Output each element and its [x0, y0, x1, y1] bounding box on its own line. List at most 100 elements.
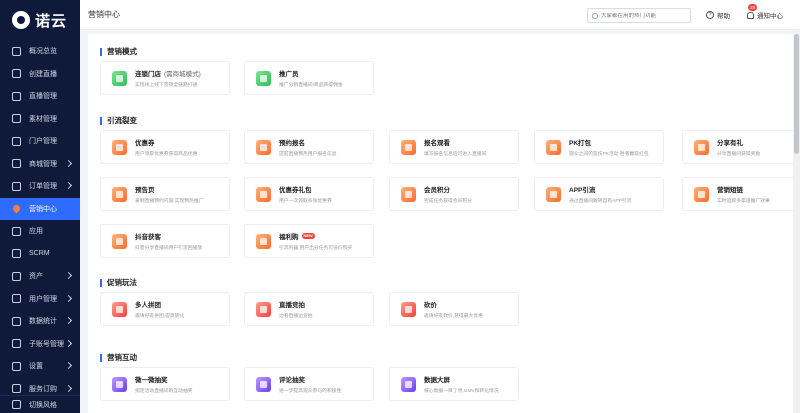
card-title: APP引流: [569, 184, 659, 194]
card-title-text: 会员积分: [424, 187, 450, 194]
feature-card[interactable]: 多人拼团 邀请好友拼团,提高转化: [100, 292, 230, 326]
douyin-icon: [112, 233, 127, 249]
feature-card[interactable]: 报名观看 填写报名信息后可进入直播间: [389, 130, 519, 164]
sidebar-item-label: 子账号管理: [29, 340, 64, 348]
search-input[interactable]: [601, 12, 689, 19]
card-title-text: 预约报名: [279, 140, 305, 147]
card-title: 直播竞拍: [279, 299, 369, 309]
sidebar-item[interactable]: SCRM: [0, 243, 80, 266]
user-icon: [12, 294, 21, 304]
sidebar-item[interactable]: 商城管理: [0, 153, 80, 176]
store-icon: [112, 70, 127, 86]
switch-style-button[interactable]: 切换风格: [0, 395, 80, 413]
chevron-right-icon: [64, 159, 73, 167]
page-title: 营销中心: [88, 10, 120, 19]
sidebar-item-label: 创建直播: [29, 70, 57, 78]
dashboard-icon: [12, 46, 21, 56]
card-text: 会员积分 完成任务获得会员积分: [424, 184, 514, 204]
order-icon: [12, 181, 21, 191]
logo-text: 诺云: [35, 12, 68, 30]
sidebar-item[interactable]: 素材管理: [0, 108, 80, 131]
sidebar-item[interactable]: 营销中心: [0, 197, 80, 220]
subaccount-icon: [12, 339, 21, 349]
feature-card[interactable]: 连锁门店 (需商城模式) 实现线上线下营销全链路打通: [100, 61, 230, 95]
feature-card[interactable]: 直播竞拍 边看直播边竞拍: [244, 292, 374, 326]
feature-card[interactable]: 微一微抽奖 指定活动直播间的互动抽奖: [100, 367, 230, 401]
sidebar-item[interactable]: 门户管理: [0, 130, 80, 153]
card-title-text: 推广员: [279, 71, 299, 78]
sidebar-item[interactable]: 直播管理: [0, 85, 80, 108]
card-title: 推广员: [279, 68, 369, 78]
sidebar-item-label: 数据统计: [29, 318, 57, 326]
lottery-icon: [112, 376, 127, 392]
switch-style-label: 切换风格: [29, 401, 57, 409]
card-title-text: 微一微抽奖: [135, 377, 168, 384]
card-title: 优惠券: [135, 137, 225, 147]
logo[interactable]: 诺云: [0, 0, 80, 40]
sidebar-item-label: 服务订购: [29, 385, 57, 393]
sidebar-item[interactable]: 概况总览: [0, 40, 80, 63]
mall-icon: [12, 159, 21, 169]
apps-icon: [12, 226, 21, 236]
coupon-icon: [112, 139, 127, 155]
feature-card[interactable]: APP引流通过直播间跳转自有APP引流: [534, 177, 664, 211]
feature-card[interactable]: 预约报名 提前直播预热用户报名信息: [244, 130, 374, 164]
feature-card[interactable]: 会员积分 完成任务获得会员积分: [389, 177, 519, 211]
card-title-text: 连锁门店: [135, 71, 161, 78]
chevron-right-icon: [64, 361, 73, 370]
card-title: 预告页: [135, 184, 225, 194]
preview-icon: [112, 186, 127, 202]
card-text: 营销短链 实时追踪多渠道推广效果: [717, 184, 800, 204]
card-text: 连锁门店 (需商城模式) 实现线上线下营销全链路打通: [135, 68, 225, 88]
bell-icon: [747, 11, 754, 19]
app-icon: [546, 186, 561, 202]
sidebar-item-label: 素材管理: [29, 115, 57, 123]
card-title-text: 直播竞拍: [279, 302, 305, 309]
notification-button[interactable]: 通知中心: [747, 10, 783, 20]
card-title-text: 多人拼团: [135, 302, 161, 309]
card-description: 实时追踪多渠道推广效果: [717, 199, 770, 204]
feature-card[interactable]: 评论抽奖 进一步提高观众参与的积极性: [244, 367, 374, 401]
search-box[interactable]: [587, 8, 691, 23]
card-description: 邀请好友砍价,获得最大优惠: [424, 314, 483, 319]
coupon-pack-icon: [256, 186, 271, 202]
feature-card[interactable]: 分享有礼 分享直播间获得奖励: [682, 130, 800, 164]
card-description: 进一步提高观众参与的积极性: [279, 389, 342, 394]
feature-card[interactable]: PK打包 观众之间的竞技PK活动 胜者赢取红包: [534, 130, 664, 164]
sidebar-item[interactable]: 创建直播: [0, 63, 80, 86]
sidebar: 诺云 概况总览创建直播直播管理素材管理门户管理 商城管理 订单管理 营销中心 应用 SCR…: [0, 0, 80, 413]
section-title: 引流裂变: [100, 115, 137, 126]
feature-card[interactable]: 数据大屏 核心数据一目了然,GMV和转化情况: [389, 367, 519, 401]
feature-card[interactable]: 预告页 录制直播预约内容,实现预热推广: [100, 177, 230, 211]
feature-card[interactable]: 优惠券用户领取优惠券获得商品优惠: [100, 130, 230, 164]
card-text: 数据大屏 核心数据一目了然,GMV和转化情况: [424, 374, 514, 394]
card-text: 推广员 推广分销直播间/商品获得佣金: [279, 68, 369, 88]
sidebar-item[interactable]: 应用: [0, 220, 80, 243]
card-text: 微一微抽奖 指定活动直播间的互动抽奖: [135, 374, 225, 394]
feature-card[interactable]: 福利购 NEW 引流利器,用户出分任务可低价购买: [244, 224, 374, 258]
notification-label: 通知中心: [757, 13, 783, 20]
help-button[interactable]: ? 帮助: [706, 10, 730, 20]
help-icon: ?: [706, 11, 714, 19]
sidebar-item[interactable]: 用户管理: [0, 288, 80, 311]
card-title: 连锁门店 (需商城模式): [135, 68, 225, 78]
scrm-icon: [12, 249, 21, 259]
sidebar-item[interactable]: 数据统计: [0, 310, 80, 333]
card-description: 通过直播间跳转自有APP引流: [569, 199, 632, 204]
feature-card[interactable]: 砍价 邀请好友砍价,获得最大优惠: [389, 292, 519, 326]
feature-card[interactable]: 抖音获客 抖音分享直播间用户引流回播放: [100, 224, 230, 258]
sidebar-item[interactable]: 设置: [0, 355, 80, 378]
card-description: 用户领取优惠券获得商品优惠: [135, 152, 198, 157]
feature-card[interactable]: 推广员 推广分销直播间/商品获得佣金: [244, 61, 374, 95]
scrollbar-thumb[interactable]: [794, 34, 799, 154]
feature-card[interactable]: 优惠券礼包 用户一次领取多张优惠券: [244, 177, 374, 211]
sidebar-item[interactable]: 资产: [0, 265, 80, 288]
card-title: 预约报名: [279, 137, 369, 147]
card-title: 数据大屏: [424, 374, 514, 384]
watch-signup-icon: [401, 139, 416, 155]
sidebar-item-label: 概况总览: [29, 48, 57, 56]
sidebar-item[interactable]: 子账号管理: [0, 333, 80, 356]
sidebar-item[interactable]: 订单管理: [0, 175, 80, 198]
feature-card[interactable]: 营销短链 实时追踪多渠道推广效果: [682, 177, 800, 211]
card-title-text: PK打包: [569, 140, 592, 147]
